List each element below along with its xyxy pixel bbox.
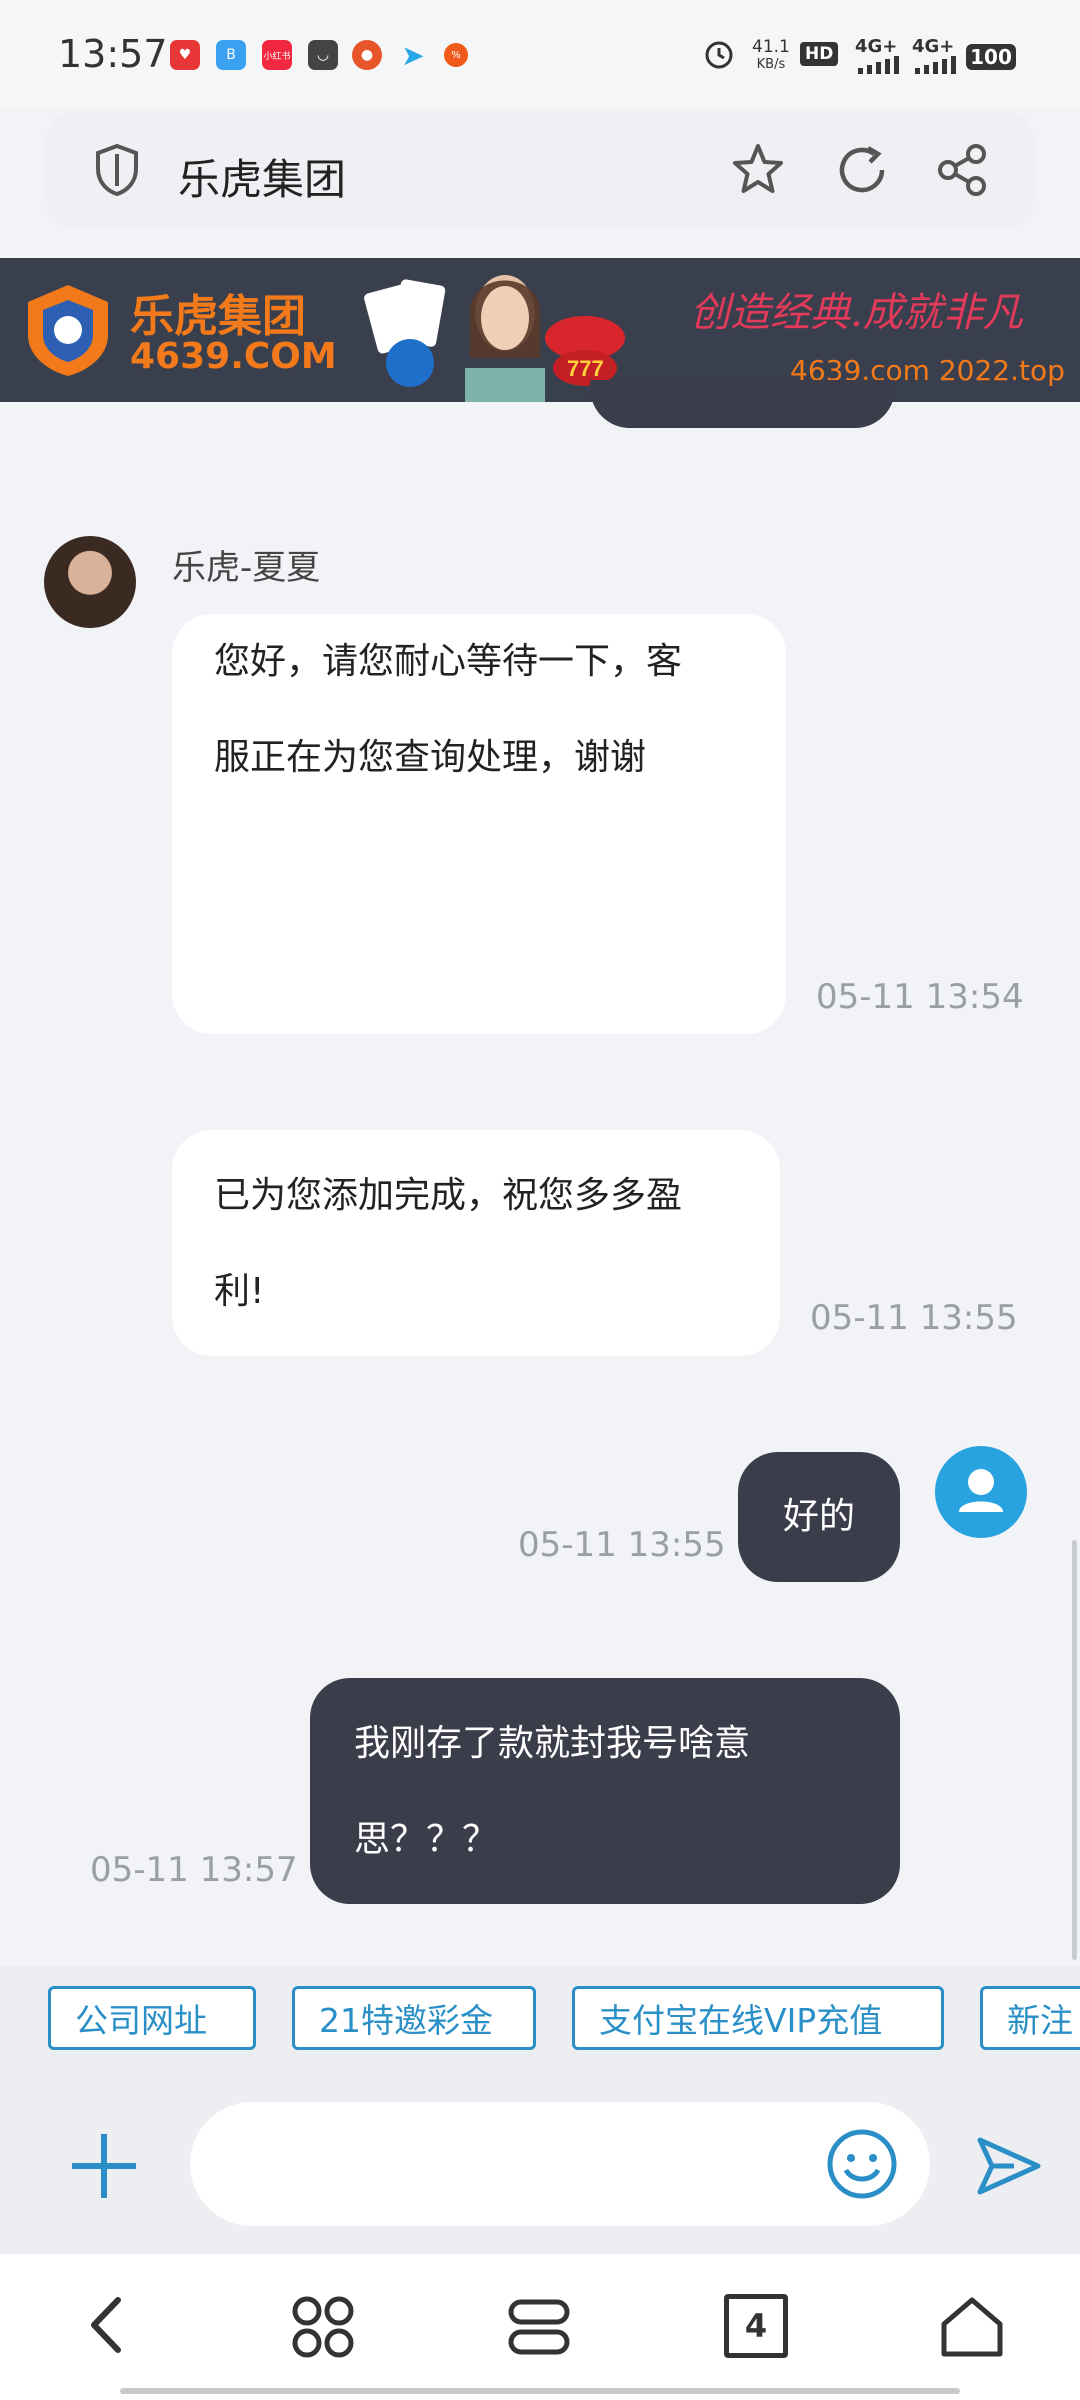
home-icon[interactable]	[938, 2292, 1006, 2360]
message-timestamp: 05-11 13:54	[816, 977, 1024, 1017]
app-icon-orange-dot: %	[444, 43, 468, 67]
app-icon-blue-b: B	[216, 40, 246, 70]
share-icon[interactable]	[932, 140, 992, 200]
net-speed-unit: KB/s	[756, 57, 786, 72]
previous-message-bubble	[590, 380, 895, 428]
agent-avatar[interactable]	[44, 536, 136, 628]
app-icon-dark: ◡	[308, 40, 338, 70]
message-text-line: 服正在为您查询处理，谢谢	[214, 737, 647, 778]
signal-icon	[858, 56, 900, 78]
svg-text:777: 777	[567, 356, 604, 381]
telegram-icon: ➤	[401, 38, 425, 72]
refresh-icon[interactable]	[832, 140, 892, 200]
quick-reply-new-register[interactable]: 新注	[980, 1986, 1080, 2050]
message-text-line: 您好，请您耐心等待一下，客	[214, 641, 683, 682]
back-icon[interactable]	[80, 2290, 136, 2360]
app-icon-xiaohongshu: 小红书	[262, 40, 292, 70]
add-icon[interactable]	[66, 2128, 142, 2204]
tabs-count-button[interactable]: 4	[724, 2294, 788, 2358]
message-text-line: 我刚存了款就封我号啥意	[354, 1723, 751, 1764]
message-text-line: 思？？？	[354, 1819, 499, 1860]
status-time: 13:57	[58, 32, 168, 76]
quick-reply-company-url[interactable]: 公司网址	[48, 1986, 256, 2050]
menu-icon[interactable]	[506, 2294, 572, 2360]
app-icon-red: ♥	[170, 40, 200, 70]
message-timestamp: 05-11 13:55	[518, 1525, 726, 1565]
star-icon[interactable]	[728, 140, 788, 200]
gesture-bar[interactable]	[120, 2388, 960, 2394]
signal-icon-2	[915, 56, 957, 78]
agent-name: 乐虎-夏夏	[172, 548, 321, 588]
ad-banner[interactable]: 乐虎集团 4639.COM 777 创造经典.成就非凡 4639.com 202…	[0, 258, 1080, 402]
emoji-icon[interactable]	[826, 2128, 898, 2200]
alarm-icon	[703, 38, 735, 70]
sim2-label: 4G+	[912, 36, 955, 57]
net-speed-value: 41.1	[752, 37, 790, 57]
message-bubble-incoming: 您好，请您耐心等待一下，客 服正在为您查询处理，谢谢	[172, 614, 786, 1034]
page-title: 乐虎集团	[178, 155, 347, 204]
banner-slogan: 创造经典.成就非凡	[690, 290, 1023, 336]
sim1-label: 4G+	[855, 36, 898, 57]
quick-reply-bonus[interactable]: 21特邀彩金	[292, 1986, 536, 2050]
message-text-line: 已为您添加完成，祝您多多盈	[214, 1175, 683, 1216]
message-timestamp: 05-11 13:57	[90, 1850, 298, 1890]
message-bubble-incoming: 已为您添加完成，祝您多多盈 利!	[172, 1130, 780, 1356]
shield-icon[interactable]	[92, 142, 142, 198]
banner-brand-name: 乐虎集团	[130, 291, 306, 342]
apps-icon[interactable]	[290, 2294, 356, 2360]
tiger-logo-icon	[18, 280, 118, 380]
battery-icon: 100	[966, 44, 1016, 70]
message-input[interactable]	[190, 2102, 930, 2226]
quick-reply-alipay-vip[interactable]: 支付宝在线VIP充值	[572, 1986, 944, 2050]
app-icon-orange: ●	[352, 40, 382, 70]
banner-brand-domain: 4639.COM	[130, 336, 337, 377]
hd-badge: HD	[800, 42, 839, 66]
message-bubble-outgoing: 好的	[738, 1452, 900, 1582]
user-avatar-icon[interactable]	[935, 1446, 1027, 1538]
message-text-line: 利!	[214, 1271, 265, 1312]
scrollbar[interactable]	[1072, 1540, 1077, 1960]
message-timestamp: 05-11 13:55	[810, 1298, 1018, 1338]
send-icon[interactable]	[970, 2128, 1046, 2204]
net-speed: 41.1 KB/s	[752, 38, 790, 74]
message-bubble-outgoing: 我刚存了款就封我号啥意 思？？？	[310, 1678, 900, 1904]
